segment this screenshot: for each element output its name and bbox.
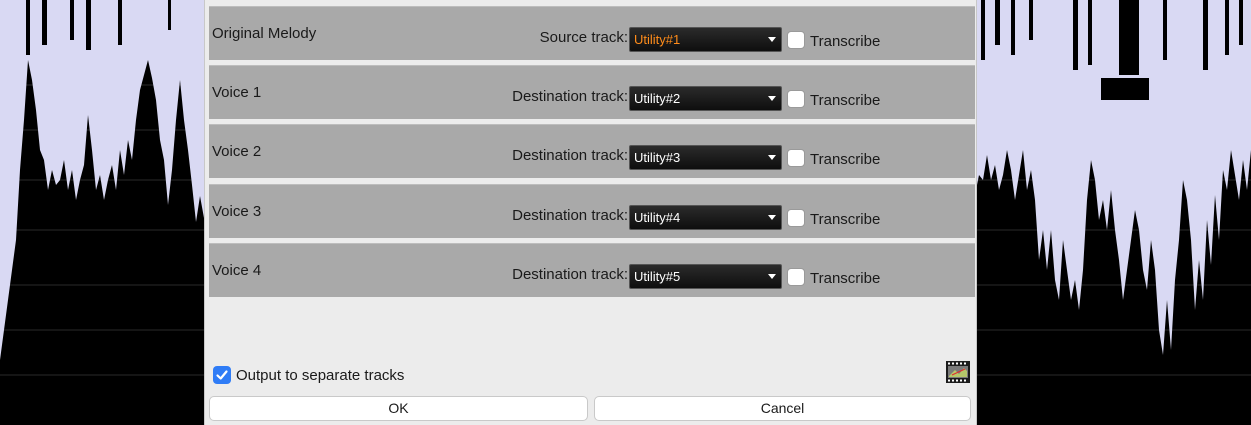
transcribe-label: Transcribe — [810, 33, 881, 50]
track-label: Source track: — [539, 29, 628, 46]
destination-track-select[interactable]: Utility#5 — [629, 264, 782, 289]
screen: Original Melody Source track: Utility#1 … — [0, 0, 1251, 425]
row-original-melody: Original Melody Source track: Utility#1 … — [209, 6, 975, 60]
film-strip-button[interactable] — [946, 361, 970, 383]
row-voice-3: Voice 3 Destination track: Utility#4 Tra… — [209, 184, 975, 238]
chevron-down-icon — [768, 155, 776, 160]
checkmark-icon — [216, 370, 228, 380]
chevron-down-icon — [768, 37, 776, 42]
cancel-button[interactable]: Cancel — [594, 396, 971, 421]
transcribe-label: Transcribe — [810, 151, 881, 168]
transcribe-checkbox[interactable] — [787, 209, 805, 227]
track-select-value: Utility#2 — [634, 91, 681, 106]
row-name: Voice 3 — [212, 203, 262, 220]
row-name: Voice 1 — [212, 84, 262, 101]
destination-track-select[interactable]: Utility#2 — [629, 86, 782, 111]
transcribe-label: Transcribe — [810, 211, 881, 228]
track-select-value: Utility#4 — [634, 210, 681, 225]
chevron-down-icon — [768, 274, 776, 279]
chevron-down-icon — [768, 96, 776, 101]
transcribe-checkbox[interactable] — [787, 31, 805, 49]
transcribe-label: Transcribe — [810, 270, 881, 287]
waveform-right-graphic — [973, 0, 1251, 376]
destination-track-select[interactable]: Utility#4 — [629, 205, 782, 230]
waveform-right — [973, 0, 1251, 425]
row-name: Original Melody — [212, 25, 317, 42]
transcribe-label: Transcribe — [810, 92, 881, 109]
track-select-value: Utility#3 — [634, 150, 681, 165]
ok-button[interactable]: OK — [209, 396, 588, 421]
transcribe-checkbox[interactable] — [787, 90, 805, 108]
row-name: Voice 2 — [212, 143, 262, 160]
track-label: Destination track: — [512, 147, 628, 164]
track-label: Destination track: — [512, 207, 628, 224]
output-separate-checkbox[interactable] — [213, 366, 231, 384]
transcribe-checkbox[interactable] — [787, 268, 805, 286]
chevron-down-icon — [768, 215, 776, 220]
output-separate-label: Output to separate tracks — [236, 367, 405, 384]
track-select-value: Utility#5 — [634, 269, 681, 284]
source-track-select[interactable]: Utility#1 — [629, 27, 782, 52]
row-voice-4: Voice 4 Destination track: Utility#5 Tra… — [209, 243, 975, 297]
film-strip-icon — [946, 361, 970, 383]
row-voice-1: Voice 1 Destination track: Utility#2 Tra… — [209, 65, 975, 119]
track-label: Destination track: — [512, 266, 628, 283]
destination-track-select[interactable]: Utility#3 — [629, 145, 782, 170]
transcribe-checkbox[interactable] — [787, 149, 805, 167]
waveform-left — [0, 0, 208, 425]
waveform-left-graphic — [0, 0, 208, 376]
track-label: Destination track: — [512, 88, 628, 105]
track-select-value: Utility#1 — [634, 32, 681, 47]
harmony-dialog: Original Melody Source track: Utility#1 … — [204, 0, 977, 425]
row-name: Voice 4 — [212, 262, 262, 279]
row-voice-2: Voice 2 Destination track: Utility#3 Tra… — [209, 124, 975, 178]
